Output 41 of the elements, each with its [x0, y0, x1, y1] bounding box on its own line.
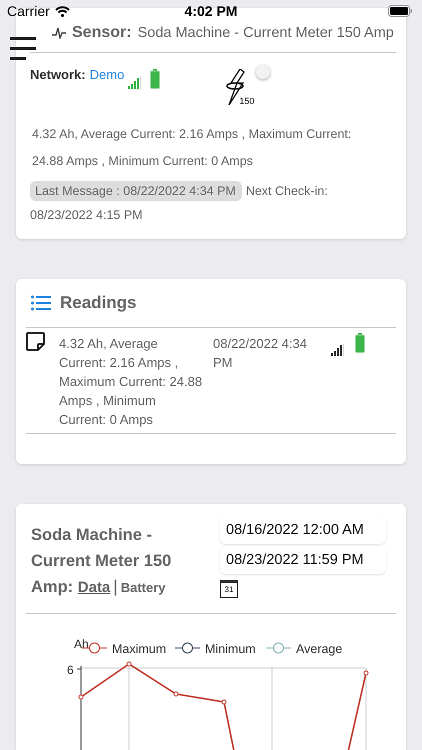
next-checkin-label: Next Check-in: [246, 184, 328, 198]
chart-title: Soda Machine - [31, 525, 152, 546]
clock-time: 4:02 PM [184, 3, 238, 19]
calendar-icon[interactable]: 31 [220, 580, 238, 598]
start-date-field[interactable]: 08/16/2022 12:00 AM [220, 516, 386, 544]
chart-tab[interactable]: Data [78, 579, 110, 596]
reading-time: 08/22/2022 4:34 PM [213, 335, 308, 372]
list-icon [31, 295, 51, 311]
network-link[interactable]: Demo [90, 67, 124, 82]
signal-icon [128, 77, 142, 89]
link-separator: | [113, 577, 118, 596]
chart-title: Current Meter 150 [31, 551, 172, 572]
sensor-label: Sensor: [72, 24, 132, 42]
signal-icon [331, 344, 345, 356]
last-message: Last Message : 08/22/2022 4:34 PM [30, 181, 242, 201]
pulse-icon [52, 27, 66, 39]
note-icon [26, 332, 45, 351]
section-title: Readings [60, 293, 137, 313]
sensor-name: Soda Machine - Current Meter 150 Amp [138, 25, 394, 41]
network-label: Network: [30, 67, 86, 82]
legend-label: Average [296, 642, 342, 656]
chart-tab[interactable]: Battery [120, 580, 166, 595]
battery-icon [355, 333, 365, 353]
battery-icon [150, 69, 160, 89]
chart-title: Amp: [31, 578, 74, 596]
reading-summary: 4.32 Ah, Average Current: 2.16 Amps , Maximum Current: 24.88 Amps , Minimum Current: 0 Amps [32, 126, 352, 170]
wifi-icon [54, 6, 70, 16]
toggle-switch[interactable] [256, 65, 270, 79]
carrier-label: Carrier [7, 3, 50, 19]
legend-label: Minimum [205, 642, 256, 656]
axis-tick-label: 6 [67, 663, 74, 677]
next-checkin: 08/23/2022 4:15 PM [30, 207, 144, 224]
axis-unit-label: Ah [74, 637, 89, 651]
battery-icon [388, 5, 412, 17]
legend-marker[interactable] [266, 642, 292, 654]
end-date-field[interactable]: 08/23/2022 11:59 PM [220, 546, 386, 574]
menu-icon[interactable] [10, 36, 36, 61]
legend-label: Maximum [112, 642, 166, 656]
meter-rating: 150 [239, 96, 254, 106]
legend-marker[interactable] [174, 642, 200, 654]
reading-summary: 4.32 Ah, Average Current: 2.16 Amps , Maximum Current: 24.88 Amps , Minimum Current: 0 Amps [59, 335, 204, 429]
